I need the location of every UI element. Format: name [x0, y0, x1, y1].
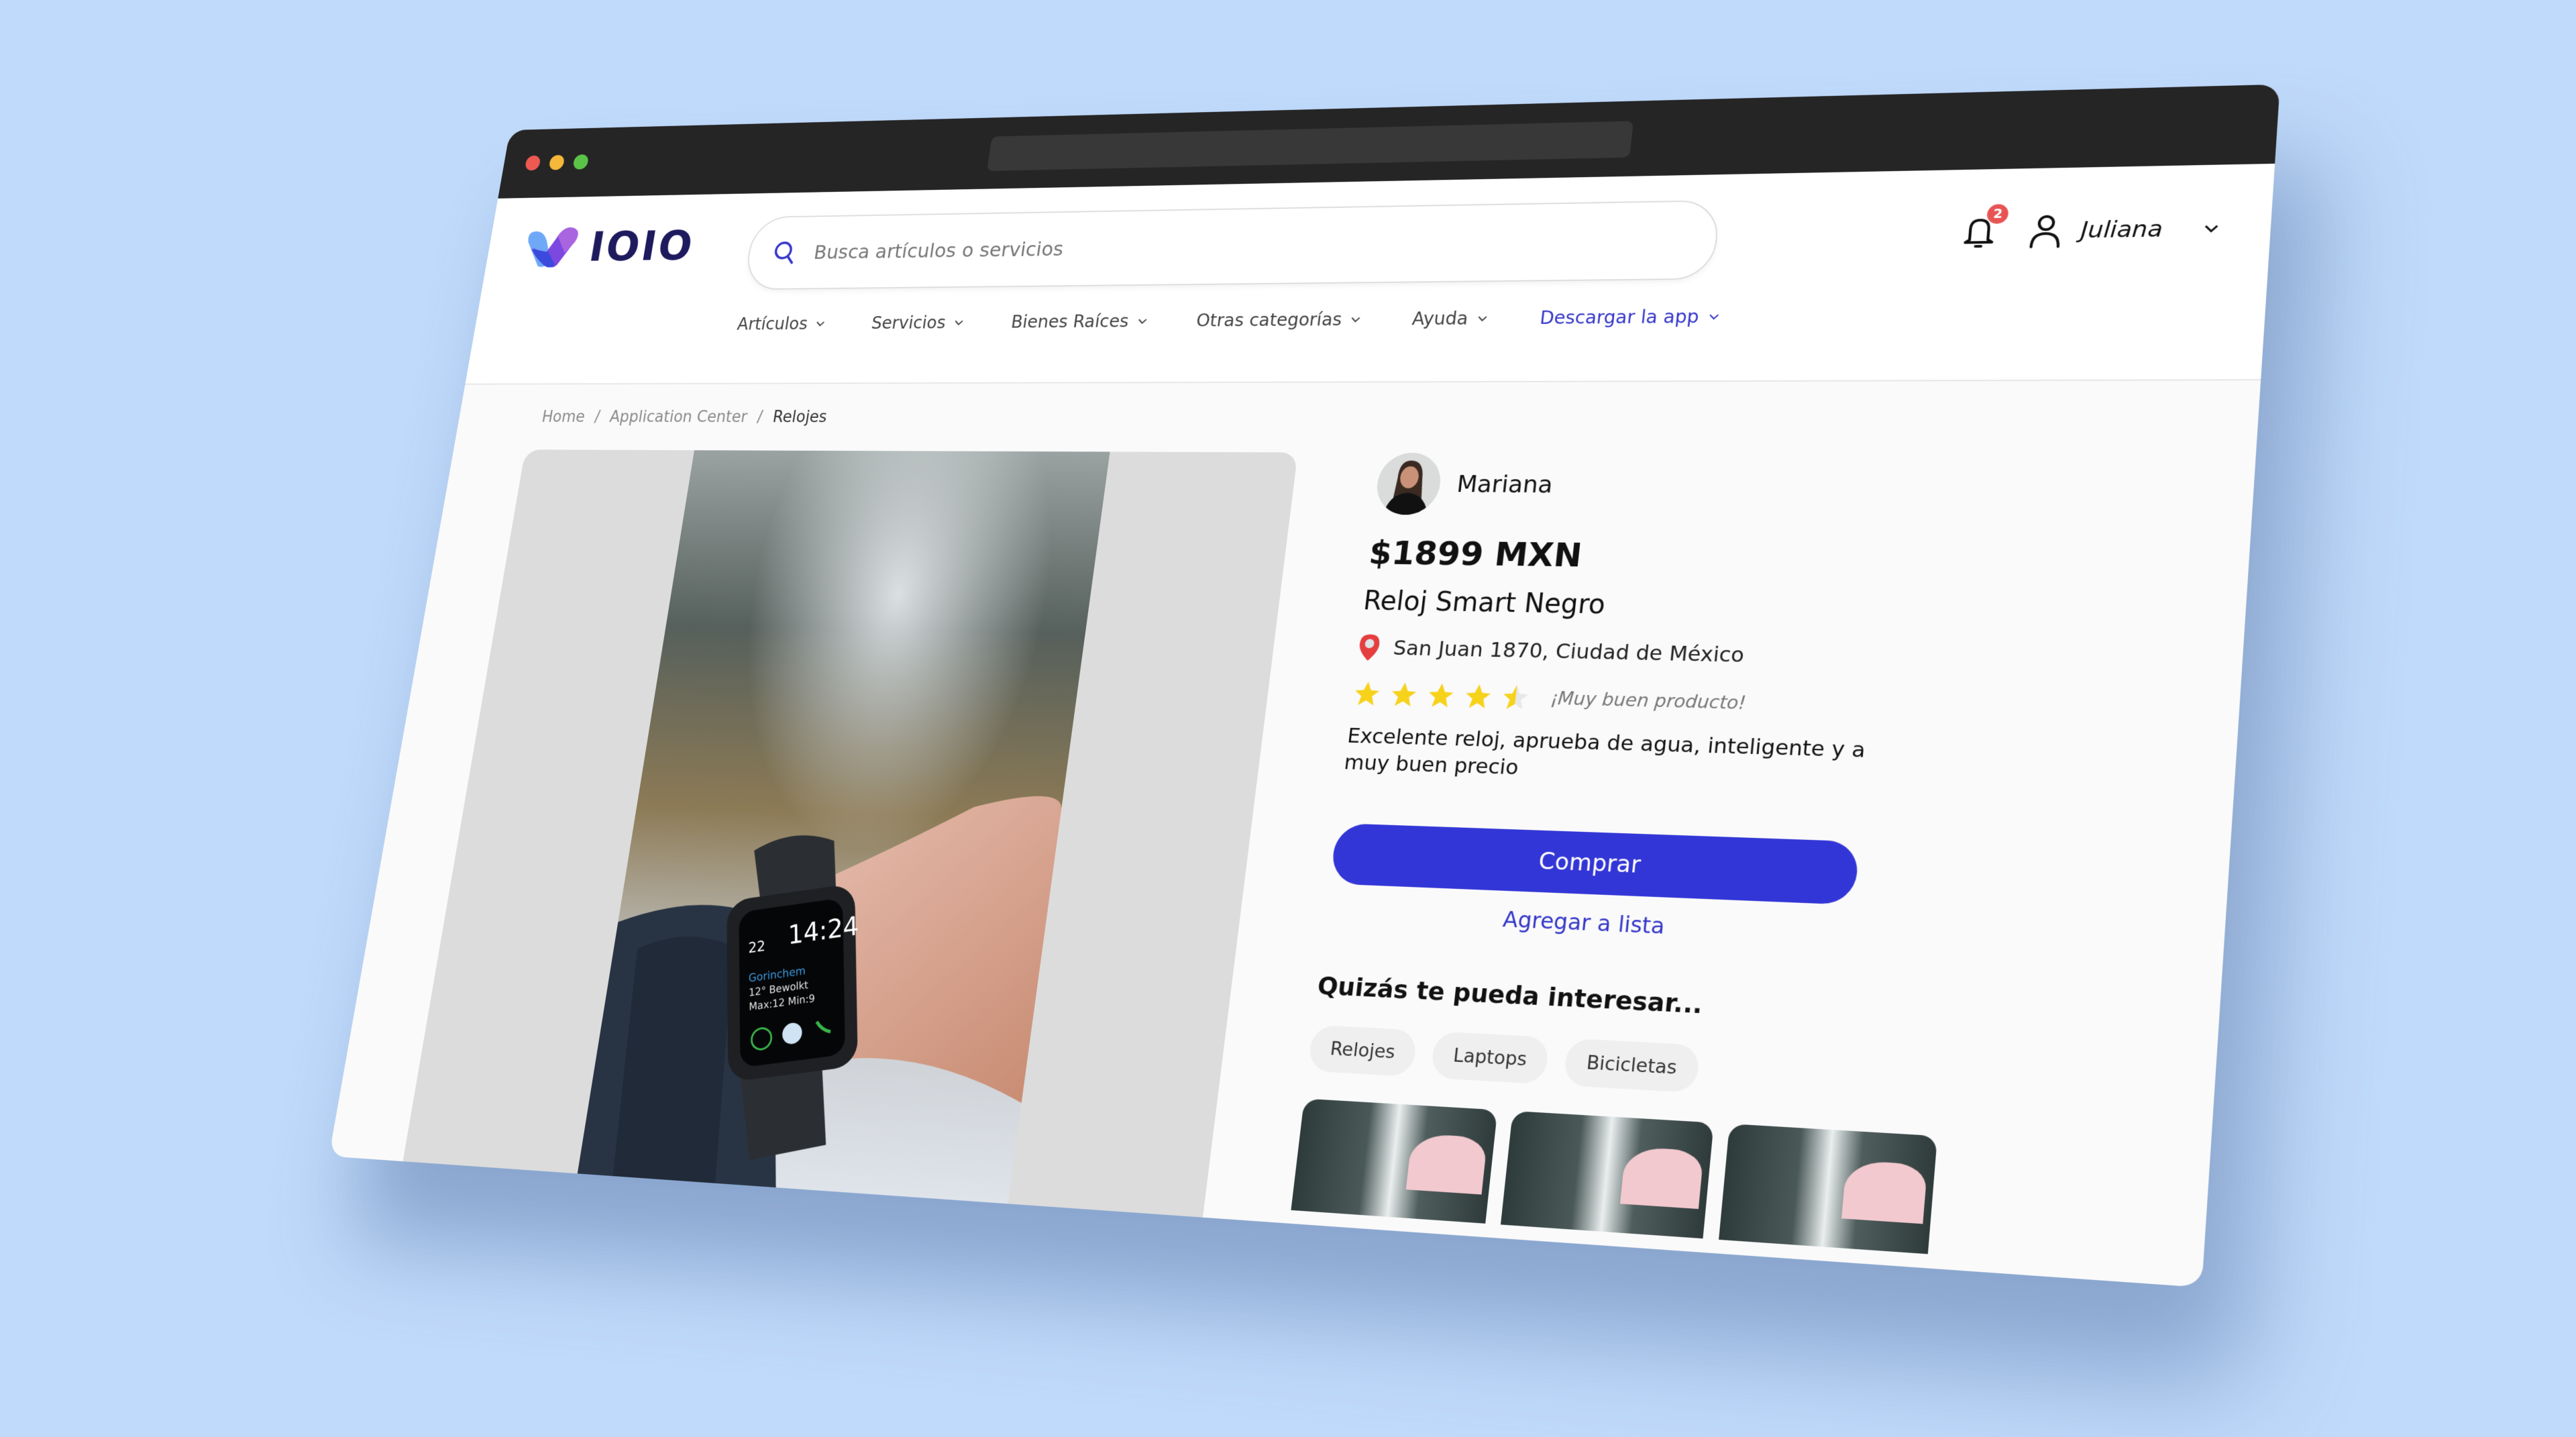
browser-window: IOIO 2	[329, 84, 2280, 1288]
nav-item-label: Bienes Raíces	[1010, 311, 1130, 332]
maximize-window-button[interactable]	[572, 154, 590, 170]
location-text: San Juan 1870, Ciudad de México	[1391, 636, 1746, 668]
suggestion-thumbnails	[1291, 1098, 1938, 1254]
product-gallery: 14:24 22 Gorinchem 12° Bewolkt Max:12 Mi…	[402, 449, 1298, 1219]
main-nav: Artículos Servicios Bienes Raíces Otras …	[736, 306, 1720, 334]
logo-text: IOIO	[586, 221, 698, 271]
nav-item-descargar-app[interactable]: Descargar la app	[1538, 306, 1721, 329]
breadcrumb-current: Relojes	[771, 408, 828, 427]
chevron-down-icon	[1708, 313, 1719, 320]
nav-item-ayuda[interactable]: Ayuda	[1411, 308, 1489, 329]
product-price: $1899 MXN	[1366, 533, 1585, 575]
star-rating	[1351, 679, 1532, 712]
product-image[interactable]: 14:24 22 Gorinchem 12° Bewolkt Max:12 Mi…	[577, 450, 1110, 1206]
user-area: 2 Juliana	[1962, 204, 2221, 250]
page-content: Home / Application Center / Relojes 14:2…	[329, 380, 2261, 1287]
chevron-down-icon	[1350, 316, 1361, 322]
buy-button[interactable]: Comprar	[1330, 822, 1860, 905]
product-location: San Juan 1870, Ciudad de México	[1356, 633, 1978, 675]
chevron-down-icon	[1477, 315, 1488, 322]
site-header: IOIO 2	[465, 163, 2275, 385]
user-menu[interactable]: Juliana	[2029, 211, 2221, 248]
chip-bicicletas[interactable]: Bicicletas	[1563, 1038, 1701, 1093]
seller-photo	[1373, 452, 1444, 515]
user-name: Juliana	[2080, 215, 2164, 244]
product-description: Excelente reloj, aprueba de agua, inteli…	[1342, 723, 1867, 780]
nav-item-label: Servicios	[870, 312, 947, 333]
suggestion-thumbnail[interactable]	[1718, 1123, 1938, 1254]
watch-date: 22	[748, 938, 765, 957]
product-details: Mariana $1899 MXN Reloj Smart Negro San …	[1291, 452, 1993, 1254]
breadcrumb-separator: /	[755, 408, 764, 427]
product-title: Reloj Smart Negro	[1361, 586, 1607, 621]
seller-name: Mariana	[1455, 470, 1554, 498]
search-bar[interactable]	[743, 199, 1721, 290]
site-logo[interactable]: IOIO	[518, 221, 698, 272]
star-full-icon	[1464, 684, 1492, 708]
star-full-icon	[1390, 682, 1417, 707]
search-input[interactable]	[811, 227, 1717, 264]
logo-heart-icon	[523, 227, 580, 268]
star-full-icon	[1427, 683, 1455, 708]
chip-laptops[interactable]: Laptops	[1430, 1030, 1550, 1084]
star-half-icon	[1502, 684, 1529, 710]
breadcrumb-separator: /	[593, 408, 602, 427]
nav-item-articulos[interactable]: Artículos	[735, 313, 826, 334]
suggestion-thumbnail[interactable]	[1291, 1098, 1498, 1224]
breadcrumb: Home / Application Center / Relojes	[541, 408, 828, 426]
nav-item-label: Descargar la app	[1538, 306, 1701, 329]
chevron-down-icon	[2203, 224, 2220, 233]
seller-info[interactable]: Mariana	[1373, 452, 1993, 520]
minimize-window-button[interactable]	[548, 154, 566, 170]
add-to-list-link[interactable]: Agregar a lista	[1325, 898, 1853, 947]
chip-relojes[interactable]: Relojes	[1307, 1024, 1418, 1077]
notification-count-badge: 2	[1986, 204, 2010, 224]
star-full-icon	[1353, 681, 1381, 706]
nav-item-label: Artículos	[735, 313, 810, 334]
nav-item-label: Ayuda	[1411, 308, 1470, 329]
mockup-stage: IOIO 2	[0, 0, 2576, 1437]
suggestion-chips: Relojes Laptops Bicicletas	[1307, 1024, 1943, 1106]
chevron-down-icon	[815, 321, 825, 327]
search-icon	[769, 239, 800, 266]
location-pin-icon	[1358, 634, 1381, 661]
nav-item-otras-categorias[interactable]: Otras categorías	[1195, 309, 1362, 331]
nav-item-servicios[interactable]: Servicios	[870, 313, 965, 333]
suggestion-thumbnail[interactable]	[1501, 1110, 1714, 1238]
smartwatch-photo: 14:24 22 Gorinchem 12° Bewolkt Max:12 Mi…	[577, 450, 1110, 1206]
chevron-down-icon	[1137, 318, 1148, 324]
notifications-button[interactable]: 2	[1962, 204, 2010, 249]
nav-item-label: Otras categorías	[1195, 309, 1344, 331]
suggestions-title: Quizás te pueda interesar...	[1316, 971, 1705, 1020]
window-controls	[524, 154, 590, 171]
breadcrumb-home[interactable]: Home	[541, 408, 586, 426]
nav-item-bienes-raices[interactable]: Bienes Raíces	[1010, 311, 1148, 332]
close-window-button[interactable]	[524, 155, 541, 171]
seller-avatar	[1373, 452, 1444, 515]
review-title: ¡Muy buen producto!	[1549, 688, 1748, 714]
breadcrumb-application-center[interactable]: Application Center	[608, 408, 749, 426]
address-bar[interactable]	[987, 121, 1633, 171]
rating-row: ¡Muy buen producto!	[1351, 679, 1974, 724]
user-icon	[2029, 213, 2064, 248]
chevron-down-icon	[953, 319, 963, 325]
